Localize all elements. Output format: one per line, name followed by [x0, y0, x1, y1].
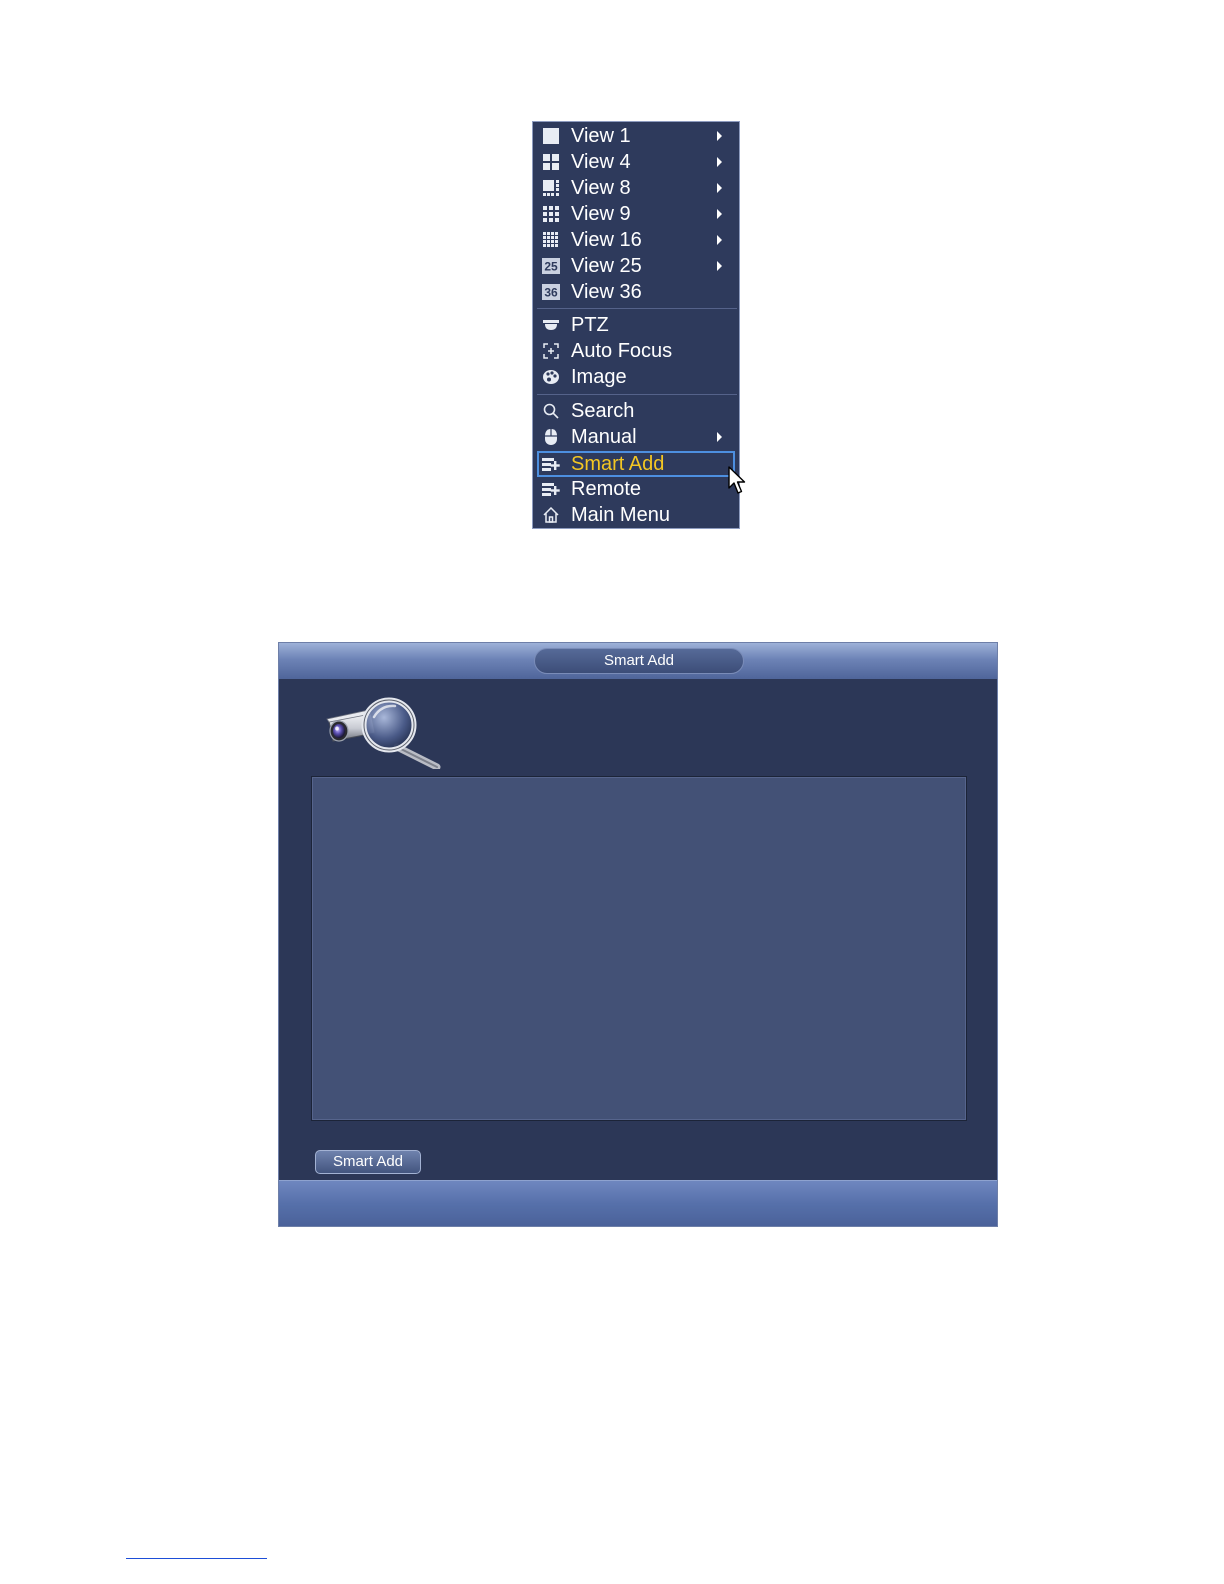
menu-item-view-9[interactable]: View 9	[537, 202, 735, 226]
menu-item-search[interactable]: Search	[537, 399, 735, 423]
menu-item-auto-focus[interactable]: Auto Focus	[537, 339, 735, 363]
device-list-area[interactable]	[311, 776, 967, 1121]
twenty-five-icon: 25	[542, 257, 560, 275]
menu-item-remote[interactable]: Remote	[537, 477, 735, 501]
menu-item-label: Remote	[571, 478, 642, 500]
chevron-right-icon	[717, 157, 722, 167]
menu-item-view-25[interactable]: 25 View 25	[537, 254, 735, 278]
menu-item-label: Auto Focus	[571, 340, 673, 362]
menu-item-label: View 9	[571, 203, 631, 225]
menu-item-label: View 4	[571, 151, 631, 173]
camera-magnifier-icon	[326, 697, 441, 769]
chevron-right-icon	[717, 432, 722, 442]
mouse-pointer-icon	[728, 466, 746, 494]
menu-item-label: Smart Add	[571, 453, 665, 475]
menu-item-view-8[interactable]: View 8	[537, 176, 735, 200]
thirty-six-icon: 36	[542, 283, 560, 301]
menu-item-label: View 1	[571, 125, 631, 147]
mouse-icon	[542, 428, 560, 446]
chevron-right-icon	[717, 131, 722, 141]
palette-icon	[542, 368, 560, 386]
menu-item-label: PTZ	[571, 314, 609, 336]
ptz-dome-icon	[542, 316, 560, 334]
eight-split-icon	[542, 179, 560, 197]
search-icon	[542, 402, 560, 420]
menu-item-view-16[interactable]: View 16	[537, 228, 735, 252]
dialog-footer	[279, 1180, 997, 1226]
single-screen-icon	[542, 127, 560, 145]
chevron-right-icon	[717, 209, 722, 219]
menu-item-label: Main Menu	[571, 504, 670, 526]
icon-text: 36	[544, 286, 558, 300]
focus-frame-icon	[542, 342, 560, 360]
menu-separator	[537, 394, 737, 395]
home-icon	[542, 506, 560, 524]
chevron-right-icon	[717, 183, 722, 193]
menu-item-label: View 8	[571, 177, 631, 199]
menu-item-label: Search	[571, 400, 635, 422]
icon-text: 25	[544, 260, 558, 274]
add-device-icon	[542, 455, 560, 473]
chevron-right-icon	[717, 235, 722, 245]
menu-item-view-4[interactable]: View 4	[537, 150, 735, 174]
smart-add-button[interactable]: Smart Add	[315, 1150, 421, 1174]
menu-item-view-36[interactable]: 36 View 36	[537, 280, 735, 304]
sixteen-grid-icon	[542, 231, 560, 249]
menu-item-label: View 25	[571, 255, 642, 277]
menu-separator	[537, 308, 737, 309]
dialog-header: Smart Add	[279, 643, 997, 679]
footnote-rule	[126, 1558, 267, 1559]
menu-item-image[interactable]: Image	[537, 365, 735, 389]
chevron-right-icon	[717, 261, 722, 271]
menu-item-label: Image	[571, 366, 627, 388]
menu-item-ptz[interactable]: PTZ	[537, 313, 735, 337]
dialog-title: Smart Add	[534, 648, 744, 674]
menu-item-view-1[interactable]: View 1	[537, 124, 735, 148]
smart-add-dialog: Smart Add Smart Add	[278, 642, 998, 1227]
menu-item-label: View 36	[571, 281, 642, 303]
remote-device-icon	[542, 480, 560, 498]
menu-item-label: View 16	[571, 229, 642, 251]
menu-item-main-menu[interactable]: Main Menu	[537, 503, 735, 527]
nine-grid-icon	[542, 205, 560, 223]
quad-grid-icon	[542, 153, 560, 171]
menu-item-manual[interactable]: Manual	[537, 425, 735, 449]
menu-item-smart-add[interactable]: Smart Add	[537, 451, 735, 477]
menu-item-label: Manual	[571, 426, 637, 448]
context-menu: View 1 View 4 View 8 View 9 View 16 25 V…	[532, 121, 740, 529]
